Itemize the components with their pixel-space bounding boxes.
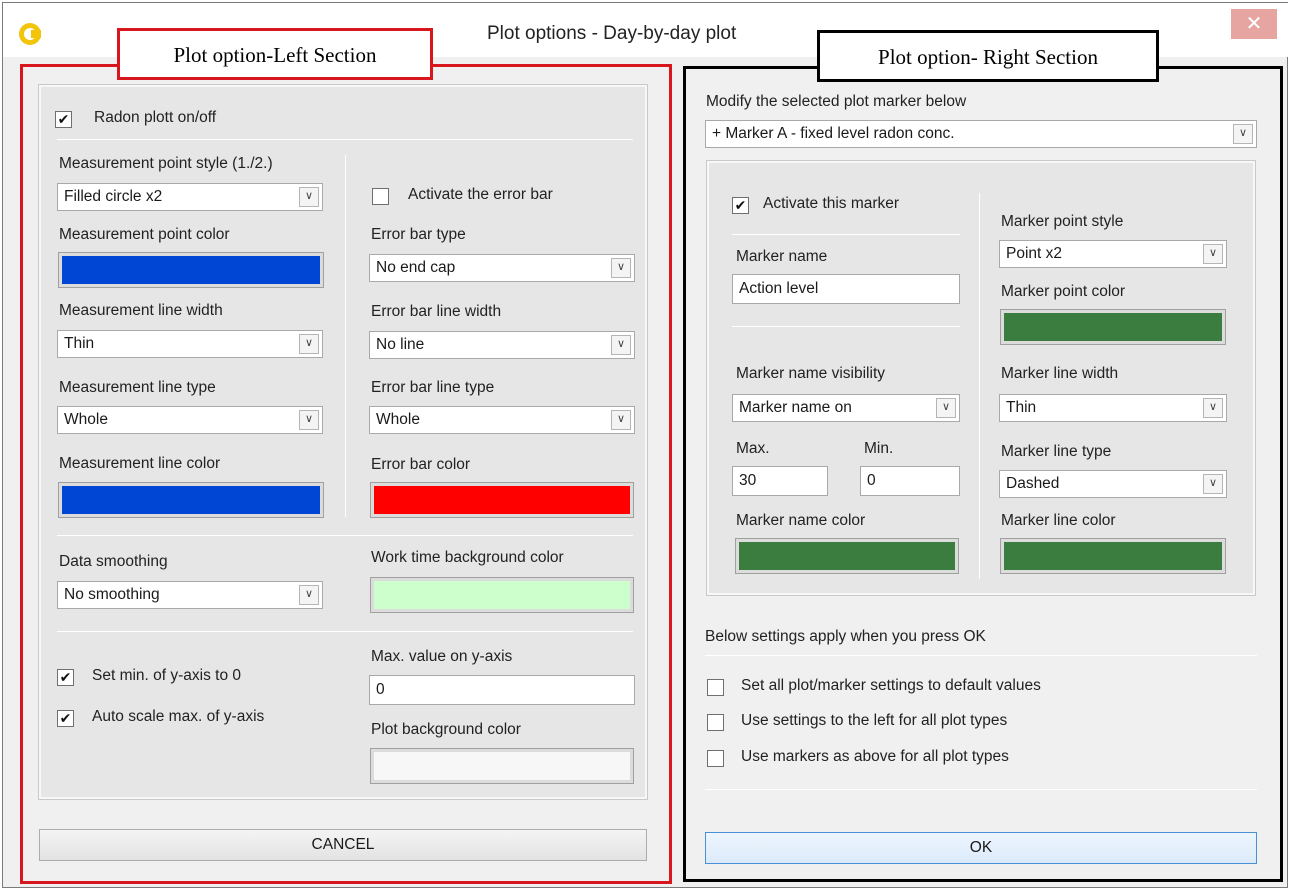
left-section-callout: Plot option-Left Section [117,28,433,80]
window-title: Plot options - Day-by-day plot [487,23,737,44]
app-icon [19,23,41,45]
left-section-highlight [20,64,672,884]
right-section-highlight [683,66,1283,882]
right-section-callout: Plot option- Right Section [817,30,1159,82]
close-button[interactable]: ✕ [1231,9,1277,39]
